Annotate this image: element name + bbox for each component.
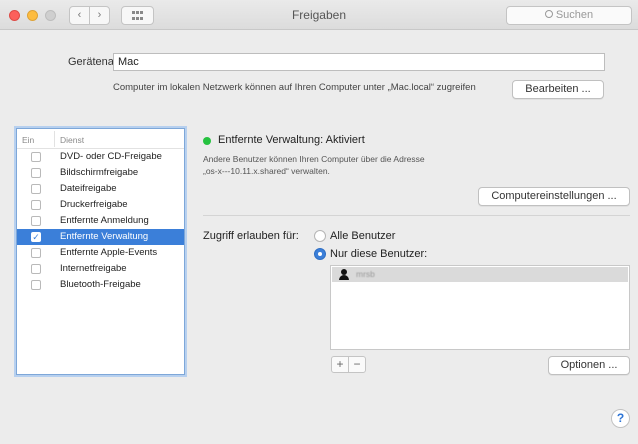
service-row[interactable]: ✓ Entfernte Verwaltung (17, 229, 184, 245)
user-name: mrsb (356, 269, 375, 279)
network-note: Computer im lokalen Netzwerk können auf … (113, 82, 476, 93)
service-list-header: Ein Dienst (17, 129, 184, 149)
checkbox[interactable] (31, 216, 41, 226)
chevron-left-icon: ‹ (77, 9, 82, 21)
forward-button[interactable]: › (89, 6, 110, 25)
service-row[interactable]: Entfernte Apple-Events (17, 245, 184, 261)
checkbox-checked[interactable]: ✓ (31, 232, 41, 242)
divider (203, 215, 630, 216)
service-row[interactable]: Druckerfreigabe (17, 197, 184, 213)
service-row[interactable]: Bildschirmfreigabe (17, 165, 184, 181)
service-row[interactable]: Dateifreigabe (17, 181, 184, 197)
checkbox[interactable] (31, 184, 41, 194)
grid-icon (132, 11, 143, 20)
chevron-right-icon: › (97, 9, 102, 21)
column-header-on: Ein (22, 135, 35, 145)
service-name: Entfernte Apple-Events (60, 247, 158, 258)
service-status: Entfernte Verwaltung: Aktiviert (218, 134, 365, 146)
service-name: Internetfreigabe (60, 263, 127, 274)
computer-settings-button[interactable]: Computereinstellungen ... (478, 187, 630, 206)
checkbox[interactable] (31, 280, 41, 290)
service-row[interactable]: Bluetooth-Freigabe (17, 277, 184, 293)
close-window-button[interactable] (9, 10, 20, 21)
back-button[interactable]: ‹ (69, 6, 90, 25)
service-name: Dateifreigabe (60, 183, 117, 194)
help-button[interactable]: ? (611, 409, 630, 428)
status-indicator-icon (203, 137, 211, 145)
allowed-users-list[interactable]: mrsb (330, 265, 630, 350)
service-name: Bildschirmfreigabe (60, 167, 139, 178)
column-divider (54, 131, 55, 147)
service-name: Bluetooth-Freigabe (60, 279, 141, 290)
service-description-line2: „os-x---10.11.x.shared“ verwalten. (203, 166, 330, 176)
service-description-line1: Andere Benutzer können Ihren Computer üb… (203, 154, 425, 164)
show-all-button[interactable] (121, 6, 154, 25)
radio-only-these-users[interactable] (314, 248, 326, 260)
checkbox[interactable] (31, 168, 41, 178)
checkbox[interactable] (31, 152, 41, 162)
user-row[interactable]: mrsb (332, 267, 628, 282)
service-row[interactable]: DVD- oder CD-Freigabe (17, 149, 184, 165)
checkbox[interactable] (31, 200, 41, 210)
service-name: Entfernte Anmeldung (60, 215, 149, 226)
service-list[interactable]: Ein Dienst DVD- oder CD-Freigabe Bildschi… (16, 128, 185, 375)
search-placeholder: Suchen (555, 9, 594, 21)
column-header-service: Dienst (60, 135, 85, 145)
options-button[interactable]: Optionen ... (548, 356, 630, 375)
service-row[interactable]: Entfernte Anmeldung (17, 213, 184, 229)
checkbox[interactable] (31, 248, 41, 258)
service-name: Entfernte Verwaltung (60, 231, 149, 242)
remove-user-button[interactable]: − (348, 356, 366, 373)
minimize-window-button[interactable] (27, 10, 38, 21)
zoom-window-button[interactable] (45, 10, 56, 21)
access-label: Zugriff erlauben für: (203, 230, 299, 242)
service-name: DVD- oder CD-Freigabe (60, 151, 162, 162)
search-field[interactable]: Suchen (506, 6, 632, 25)
service-row[interactable]: Internetfreigabe (17, 261, 184, 277)
service-name: Druckerfreigabe (60, 199, 128, 210)
radio-only-these-users-label[interactable]: Nur diese Benutzer: (330, 248, 427, 260)
search-icon (544, 10, 553, 18)
edit-button[interactable]: Bearbeiten ... (512, 80, 604, 99)
radio-all-users[interactable] (314, 230, 326, 242)
radio-all-users-label[interactable]: Alle Benutzer (330, 230, 395, 242)
add-user-button[interactable]: + (331, 356, 349, 373)
user-icon (339, 269, 349, 280)
checkbox[interactable] (31, 264, 41, 274)
window-titlebar: ‹ › Freigaben Suchen (0, 0, 638, 30)
device-name-input[interactable] (113, 53, 605, 71)
